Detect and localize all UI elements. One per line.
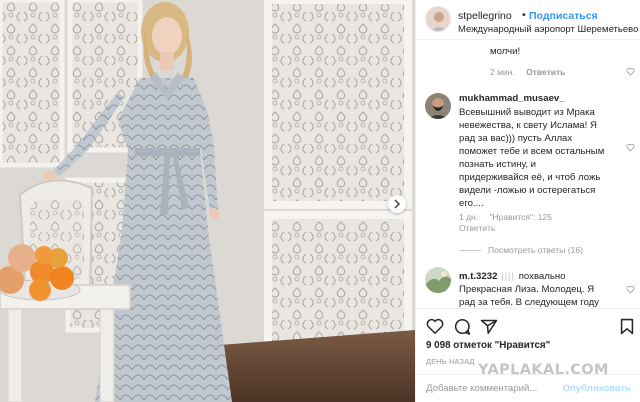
comment-line: придерживайся её, и чтоб ложь <box>459 172 601 183</box>
comment-meta: 1 дн. "Нравится": 125 <box>459 212 561 222</box>
view-replies-label: Посмотреть ответы (16) <box>488 245 584 255</box>
post-date: ДЕНЬ НАЗАД <box>426 357 475 366</box>
post-photo[interactable] <box>0 0 415 402</box>
site-watermark: YAPLAKAL.COM <box>478 362 609 378</box>
comment-username[interactable]: mukhammad_musaev_ <box>459 92 565 105</box>
publish-button[interactable]: Опубликовать <box>562 383 631 394</box>
next-photo-button[interactable] <box>388 195 406 213</box>
comment-meta: Ответить <box>459 223 504 233</box>
comment-icon[interactable] <box>453 318 471 335</box>
comment-line: рад за тебя. В следующем году <box>459 297 600 307</box>
photo-image <box>0 0 415 402</box>
add-comment-bar: Добавьте комментарий... Опубликовать <box>416 374 640 402</box>
comment-time[interactable]: 2 мин. <box>490 67 515 77</box>
chevron-right-icon <box>394 199 401 209</box>
comment-line: Всевышний выводит из Мрака <box>459 107 595 118</box>
follow-button[interactable]: Подписаться <box>529 10 598 22</box>
author-avatar[interactable] <box>425 6 451 32</box>
comment-first-line: m.t.3232 |||| похвально <box>459 270 566 283</box>
comment-emoji: |||| <box>497 271 519 282</box>
post-header: stpellegrino • Подписаться Международный… <box>416 0 640 40</box>
replies-divider <box>459 250 481 252</box>
comment-line: поможет тебе и всем остальным <box>459 146 605 157</box>
comment-meta: 2 мин. Ответить <box>490 67 574 77</box>
comment-input[interactable]: Добавьте комментарий... <box>426 383 537 394</box>
likes-count[interactable]: 9 098 отметок "Нравится" <box>426 340 550 351</box>
reply-button[interactable]: Ответить <box>459 223 495 233</box>
heart-icon[interactable] <box>626 143 635 152</box>
comment-line: познать истину, и <box>459 159 537 170</box>
post-sidebar: stpellegrino • Подписаться Международный… <box>415 0 640 402</box>
comment-username[interactable]: m.t.3232 <box>459 271 497 282</box>
reply-button[interactable]: Ответить <box>526 67 565 77</box>
heart-icon[interactable] <box>626 67 635 76</box>
comment-line: видели -ложью и остерегаться <box>459 185 596 196</box>
heart-icon[interactable] <box>426 318 444 335</box>
comment-line: невежества, к свету Ислама! Я <box>459 120 597 131</box>
bookmark-icon[interactable] <box>620 318 634 335</box>
commenter-avatar[interactable] <box>425 267 451 293</box>
heart-icon[interactable] <box>626 285 635 294</box>
comment-text: молчи! <box>490 46 521 57</box>
comment-likes[interactable]: "Нравится": 125 <box>489 212 551 222</box>
comments-list[interactable]: молчи! 2 мин. Ответить mukhammad_musaev_… <box>416 41 640 307</box>
post-location[interactable]: Международный аэропорт Шереметьево <box>458 24 638 35</box>
comment-line: его.... <box>459 198 484 209</box>
share-icon[interactable] <box>480 318 498 335</box>
comment-line: рад за вас))) пусть Аллах <box>459 133 573 144</box>
comment-line: Прекрасная Лиза. Молодец. Я <box>459 284 595 295</box>
author-username[interactable]: stpellegrino <box>458 10 512 22</box>
view-replies-button[interactable]: Посмотреть ответы (16) <box>459 245 583 255</box>
comment-time[interactable]: 1 дн. <box>459 212 478 222</box>
comment-text: похвально <box>518 271 566 282</box>
commenter-avatar[interactable] <box>425 93 451 119</box>
header-separator: • <box>522 9 526 21</box>
